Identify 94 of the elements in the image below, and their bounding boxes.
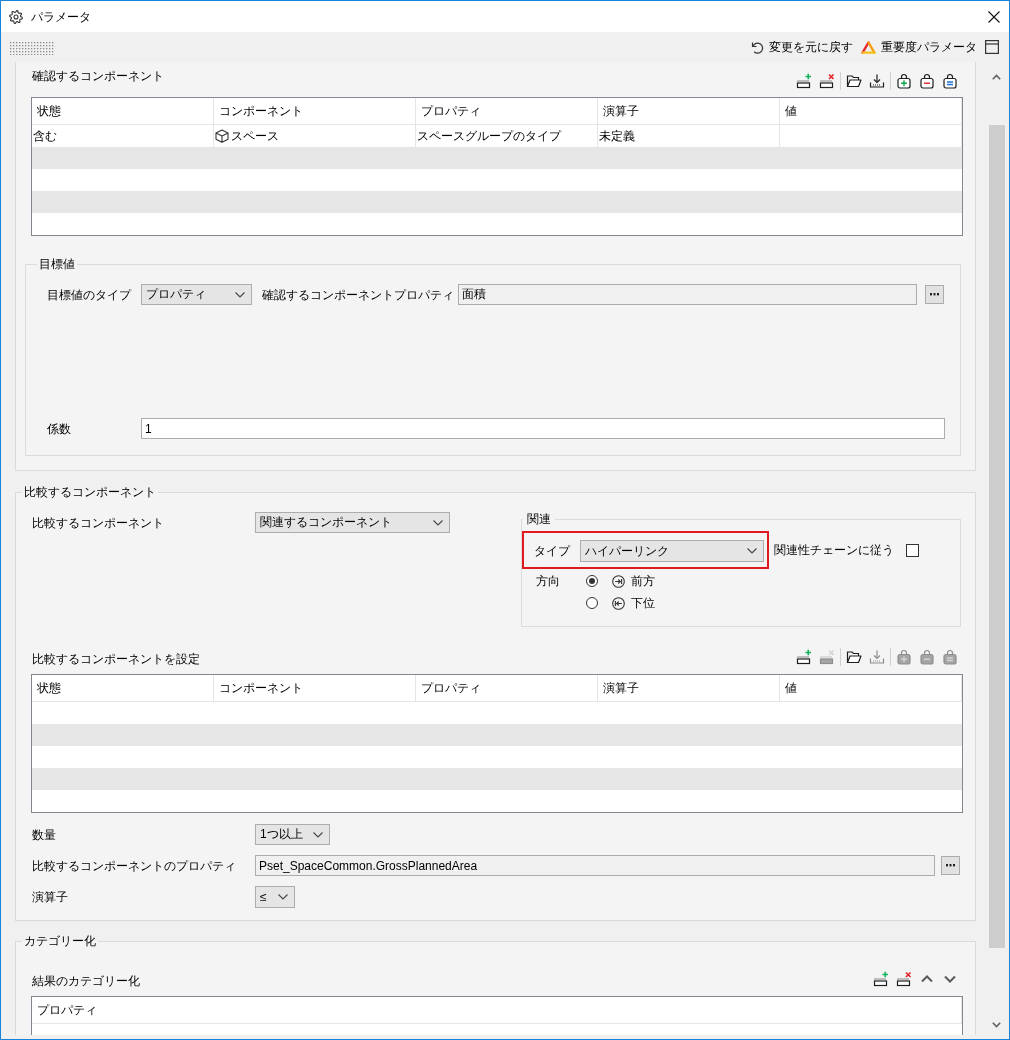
- delete-row-icon: [819, 73, 835, 89]
- column-header[interactable]: コンポーネント: [214, 98, 416, 124]
- close-icon: [988, 10, 1000, 23]
- download-icon: [869, 649, 885, 665]
- bag-equal-icon: [942, 73, 958, 89]
- delete-row-icon: [896, 971, 912, 987]
- table-cell: 含む: [33, 127, 57, 145]
- remove-button[interactable]: [917, 71, 937, 91]
- column-header[interactable]: 値: [780, 98, 962, 124]
- chevron-down-icon: [313, 831, 323, 838]
- operator-dropdown[interactable]: ≤: [255, 886, 295, 908]
- checkbox[interactable]: [906, 543, 919, 557]
- field-label: 確認するコンポーネントプロパティ: [262, 286, 454, 303]
- circle-arrow-right-icon: [612, 574, 625, 588]
- severity-parameters-button[interactable]: 重要度パラメータ: [861, 39, 977, 55]
- column-header[interactable]: コンポーネント: [214, 675, 416, 701]
- window-layout-icon: [985, 40, 999, 54]
- add-row-icon: [796, 73, 812, 89]
- undo-button[interactable]: 変更を元に戻す: [751, 39, 853, 55]
- field-label: 係数: [47, 420, 72, 437]
- delete-row-button[interactable]: [894, 969, 914, 989]
- column-header[interactable]: 演算子: [598, 675, 780, 701]
- table-cell: スペースグループのタイプ: [417, 127, 561, 145]
- column-header[interactable]: プロパティ: [416, 98, 598, 124]
- column-header[interactable]: 状態: [32, 98, 214, 124]
- browse-button[interactable]: [925, 285, 944, 304]
- radio-button[interactable]: [586, 597, 598, 609]
- add-row-button[interactable]: [794, 71, 814, 91]
- factor-field[interactable]: 1: [141, 418, 945, 439]
- field-label: 比較するコンポーネント: [32, 514, 165, 531]
- field-label: タイプ: [534, 543, 572, 559]
- field-label: 目標値のタイプ: [47, 286, 133, 303]
- scrollbar-thumb[interactable]: [989, 125, 1005, 948]
- add-row-button[interactable]: [794, 647, 814, 667]
- circle-arrow-left-icon: [612, 596, 625, 610]
- add-button[interactable]: [894, 71, 914, 91]
- field-label: 比較するコンポーネントのプロパティ: [32, 857, 237, 874]
- target-type-dropdown[interactable]: プロパティ: [141, 284, 252, 305]
- column-header[interactable]: 状態: [32, 675, 214, 701]
- compare-component-dropdown[interactable]: 関連するコンポーネント: [255, 512, 450, 533]
- bag-minus-icon: [919, 73, 935, 89]
- chevron-up-icon: [992, 74, 1001, 80]
- gear-icon: [9, 9, 23, 24]
- table-cell: スペース: [231, 127, 279, 145]
- section-title: 確認するコンポーネント: [32, 68, 164, 84]
- chevron-down-icon: [992, 1022, 1001, 1028]
- ellipsis-icon: [930, 293, 939, 296]
- section-title: 結果のカテゴリー化: [32, 973, 140, 989]
- chevron-down-icon: [278, 894, 288, 900]
- field-label: 方向: [536, 573, 561, 590]
- add-row-icon: [796, 649, 812, 665]
- relation-type-dropdown[interactable]: ハイパーリンク: [580, 540, 764, 562]
- warning-icon: [861, 40, 876, 54]
- delete-row-icon: [819, 649, 835, 665]
- drag-handle-icon[interactable]: [10, 42, 54, 55]
- chevron-down-icon: [433, 519, 443, 526]
- column-header[interactable]: プロパティ: [32, 997, 962, 1023]
- table-cell: 未定義: [599, 127, 635, 145]
- chevron-down-icon: [235, 291, 245, 298]
- equal-button[interactable]: [940, 71, 960, 91]
- radio-button[interactable]: [586, 575, 598, 587]
- bag-plus-icon: [896, 649, 912, 665]
- chevron-down-icon: [747, 548, 757, 554]
- column-header[interactable]: プロパティ: [416, 675, 598, 701]
- group-title: カテゴリー化: [23, 933, 97, 949]
- group-title: 目標値: [38, 256, 76, 272]
- group-title: 比較するコンポーネント: [23, 484, 157, 500]
- field-label: 演算子: [32, 889, 69, 905]
- radio-label: 前方: [631, 573, 655, 589]
- folder-icon: [846, 73, 862, 89]
- delete-row-button[interactable]: [817, 71, 837, 91]
- group-title: 関連: [526, 511, 552, 527]
- section-title: 比較するコンポーネントを設定: [32, 651, 200, 667]
- ellipsis-icon: [946, 864, 955, 867]
- bag-plus-icon: [896, 73, 912, 89]
- window-title: パラメータ: [31, 8, 91, 25]
- property-field[interactable]: 面積: [458, 284, 917, 305]
- folder-icon: [846, 649, 862, 665]
- add-row-button[interactable]: [871, 969, 891, 989]
- layout-button[interactable]: [985, 40, 999, 54]
- column-header[interactable]: 値: [780, 675, 962, 701]
- bag-minus-icon: [919, 649, 935, 665]
- checkbox-label: 関連性チェーンに従う: [774, 542, 894, 558]
- download-icon: [869, 73, 885, 89]
- cube-icon: [215, 129, 229, 143]
- column-header[interactable]: 演算子: [598, 98, 780, 124]
- browse-button[interactable]: [941, 856, 960, 875]
- field-label: 数量: [32, 826, 57, 843]
- radio-label: 下位: [631, 595, 655, 611]
- undo-icon: [751, 40, 764, 54]
- add-row-icon: [873, 971, 889, 987]
- bag-equal-icon: [942, 649, 958, 665]
- property-field[interactable]: Pset_SpaceCommon.GrossPlannedArea: [255, 855, 935, 876]
- quantity-dropdown[interactable]: 1つ以上: [255, 824, 330, 845]
